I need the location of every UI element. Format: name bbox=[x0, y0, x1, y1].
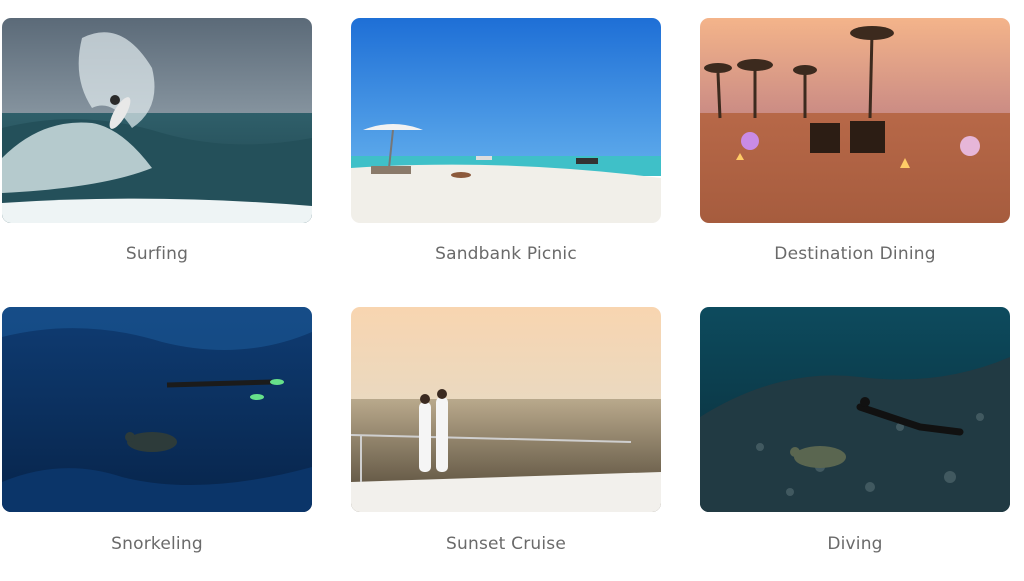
diving-photo[interactable] bbox=[700, 307, 1010, 512]
activity-label[interactable]: Surfing bbox=[2, 244, 312, 264]
destination-dining-photo[interactable] bbox=[700, 18, 1010, 223]
sandbank-picnic-photo[interactable] bbox=[351, 18, 661, 223]
activity-card-sandbank-picnic[interactable]: Sandbank Picnic bbox=[351, 18, 661, 264]
activity-label[interactable]: Sunset Cruise bbox=[351, 534, 661, 554]
activity-grid: Surfing Sandbank Picnic Destination Dini… bbox=[0, 0, 1024, 581]
activity-card-diving[interactable]: Diving bbox=[700, 307, 1010, 554]
activity-label[interactable]: Diving bbox=[700, 534, 1010, 554]
sunset-cruise-photo[interactable] bbox=[351, 307, 661, 512]
activity-label[interactable]: Snorkeling bbox=[2, 534, 312, 554]
activity-card-destination-dining[interactable]: Destination Dining bbox=[700, 18, 1010, 264]
activity-card-surfing[interactable]: Surfing bbox=[2, 18, 312, 264]
snorkeling-image bbox=[2, 307, 312, 512]
diving-image bbox=[700, 307, 1010, 512]
surfing-photo[interactable] bbox=[2, 18, 312, 223]
sunset-cruise-image bbox=[351, 307, 661, 512]
activity-label[interactable]: Destination Dining bbox=[700, 244, 1010, 264]
activity-card-snorkeling[interactable]: Snorkeling bbox=[2, 307, 312, 554]
snorkeling-photo[interactable] bbox=[2, 307, 312, 512]
destination-dining-image bbox=[700, 18, 1010, 223]
surfing-image bbox=[2, 18, 312, 223]
activity-label[interactable]: Sandbank Picnic bbox=[351, 244, 661, 264]
sandbank-picnic-image bbox=[351, 18, 661, 223]
activity-card-sunset-cruise[interactable]: Sunset Cruise bbox=[351, 307, 661, 554]
